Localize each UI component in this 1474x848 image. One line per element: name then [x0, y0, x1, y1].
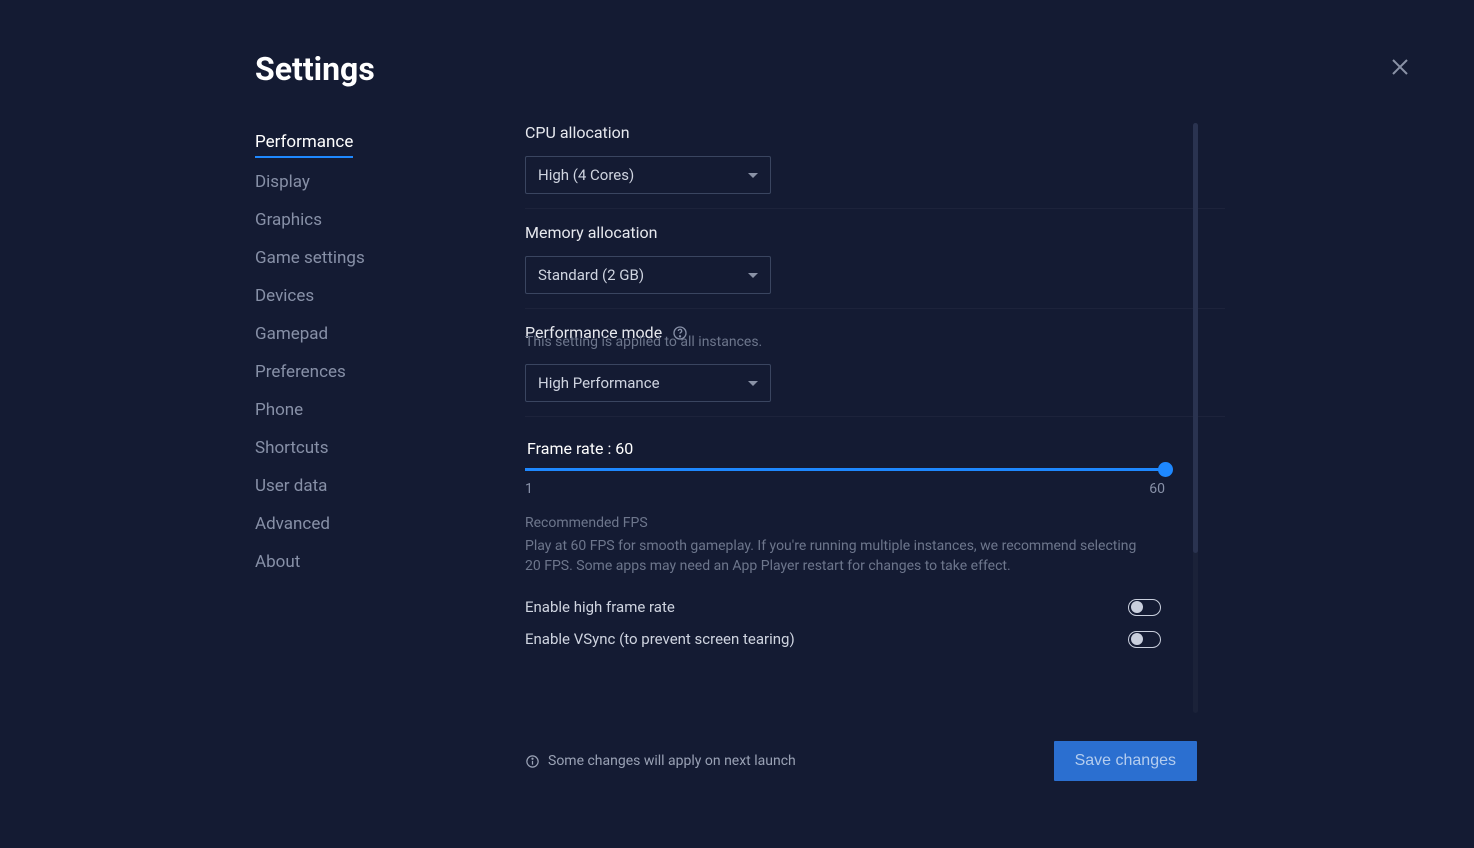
- footer-note: Some changes will apply on next launch: [548, 753, 796, 769]
- enable-high-frame-rate-toggle[interactable]: [1128, 599, 1161, 616]
- close-icon[interactable]: [1388, 55, 1412, 79]
- frame-rate-label: Frame rate : 60: [527, 439, 1225, 458]
- slider-thumb[interactable]: [1158, 462, 1173, 477]
- sidebar-item-user-data[interactable]: User data: [255, 467, 327, 505]
- scrollbar[interactable]: [1193, 123, 1198, 713]
- page-title: Settings: [255, 50, 1474, 88]
- sidebar-item-gamepad[interactable]: Gamepad: [255, 315, 328, 353]
- enable-vsync-label: Enable VSync (to prevent screen tearing): [525, 630, 795, 648]
- scrollbar-thumb[interactable]: [1193, 123, 1198, 553]
- toggle-knob: [1131, 633, 1143, 645]
- performance-mode-note: This setting is applied to all instances…: [525, 334, 1225, 350]
- slider-max: 60: [1149, 481, 1165, 497]
- sidebar-item-phone[interactable]: Phone: [255, 391, 303, 429]
- memory-allocation-value: Standard (2 GB): [538, 266, 644, 284]
- chevron-down-icon: [748, 173, 758, 178]
- sidebar-item-devices[interactable]: Devices: [255, 277, 314, 315]
- sidebar-item-graphics[interactable]: Graphics: [255, 201, 322, 239]
- enable-vsync-toggle[interactable]: [1128, 631, 1161, 648]
- slider-min: 1: [525, 481, 533, 497]
- sidebar-item-advanced[interactable]: Advanced: [255, 505, 330, 543]
- memory-allocation-select[interactable]: Standard (2 GB): [525, 256, 771, 294]
- chevron-down-icon: [748, 381, 758, 386]
- enable-high-frame-rate-label: Enable high frame rate: [525, 598, 675, 616]
- sidebar-item-display[interactable]: Display: [255, 163, 310, 201]
- sidebar-item-performance[interactable]: Performance: [255, 123, 353, 158]
- sidebar-item-about[interactable]: About: [255, 543, 300, 581]
- sidebar-item-shortcuts[interactable]: Shortcuts: [255, 429, 329, 467]
- save-changes-button[interactable]: Save changes: [1054, 741, 1197, 781]
- cpu-allocation-label: CPU allocation: [525, 123, 1225, 142]
- memory-allocation-label: Memory allocation: [525, 223, 1225, 242]
- sidebar-item-game-settings[interactable]: Game settings: [255, 239, 365, 277]
- sidebar-item-preferences[interactable]: Preferences: [255, 353, 346, 391]
- recommended-fps-title: Recommended FPS: [525, 515, 1225, 531]
- info-icon: [525, 754, 540, 769]
- toggle-knob: [1131, 601, 1143, 613]
- performance-mode-value: High Performance: [538, 374, 660, 392]
- recommended-fps-body: Play at 60 FPS for smooth gameplay. If y…: [525, 537, 1145, 576]
- cpu-allocation-value: High (4 Cores): [538, 166, 634, 184]
- performance-mode-select[interactable]: High Performance: [525, 364, 771, 402]
- cpu-allocation-select[interactable]: High (4 Cores): [525, 156, 771, 194]
- settings-sidebar: Performance Display Graphics Game settin…: [255, 123, 525, 723]
- chevron-down-icon: [748, 273, 758, 278]
- frame-rate-slider[interactable]: [525, 468, 1165, 471]
